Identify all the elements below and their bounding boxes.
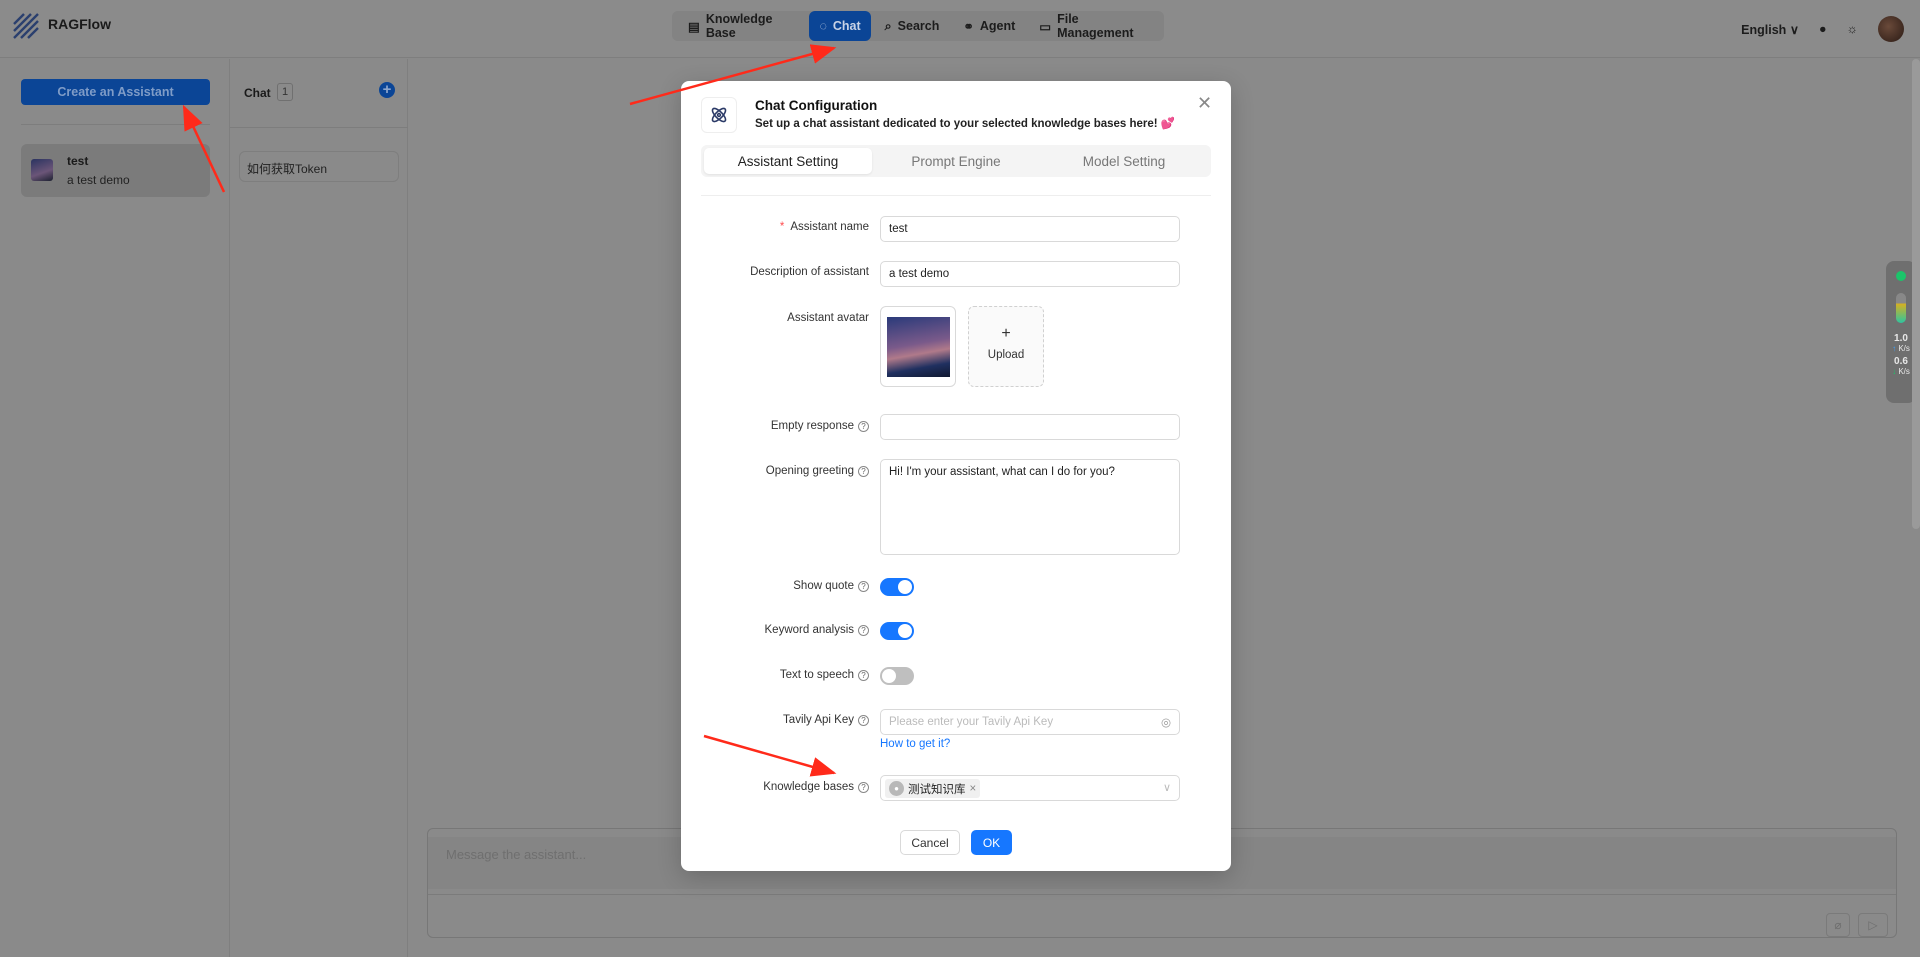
help-icon[interactable]: ?: [858, 669, 869, 681]
chat-configuration-dialog: Chat Configuration Set up a chat assista…: [681, 81, 1231, 871]
avatar-preview[interactable]: [880, 306, 956, 387]
header-actions: English ∨ ● ☼: [1741, 16, 1904, 42]
tab-prompt-engine[interactable]: Prompt Engine: [872, 148, 1040, 174]
help-icon[interactable]: ?: [858, 714, 869, 726]
keyword-analysis-toggle[interactable]: [880, 622, 914, 640]
divider: [701, 195, 1211, 196]
close-icon[interactable]: ✕: [1197, 93, 1212, 114]
description-label: Description of assistant: [750, 266, 869, 278]
avatar-image: [887, 317, 950, 377]
how-to-get-it-link[interactable]: How to get it?: [880, 738, 950, 750]
main-nav: ▤ Knowledge Base ◌ Chat ⌕ Search ⚭ Agent ▭ Fi…: [672, 11, 1164, 41]
knowledge-bases-select[interactable]: ● 测试知识库 × ∨: [880, 775, 1180, 801]
required-icon: *: [779, 221, 785, 233]
folder-icon: ▭: [1039, 19, 1052, 34]
search-icon: ⌕: [884, 18, 892, 33]
help-icon[interactable]: ?: [858, 465, 869, 477]
divider: [428, 894, 1896, 895]
opening-greeting-textarea[interactable]: Hi! I'm your assistant, what can I do fo…: [880, 459, 1180, 555]
knowledge-base-tag: ● 测试知识库 ×: [885, 779, 981, 798]
ragflow-logo-icon: [13, 13, 39, 39]
status-dot: [1896, 271, 1906, 281]
remove-tag-icon[interactable]: ×: [970, 783, 977, 795]
empty-response-label: Empty response?: [771, 420, 869, 432]
nav-agent[interactable]: ⚭ Agent: [953, 11, 1025, 41]
show-quote-toggle[interactable]: [880, 578, 914, 596]
database-icon: ▤: [688, 19, 700, 34]
help-icon[interactable]: ?: [858, 781, 869, 793]
assistant-avatar: [31, 159, 53, 181]
tab-assistant-setting[interactable]: Assistant Setting: [704, 148, 872, 174]
help-icon[interactable]: ?: [858, 580, 869, 592]
keyword-analysis-label: Keyword analysis?: [765, 624, 869, 636]
nav-chat[interactable]: ◌ Chat: [809, 11, 871, 41]
text-to-speech-label: Text to speech?: [780, 669, 869, 681]
empty-response-input[interactable]: [880, 414, 1180, 440]
tavily-api-key-input[interactable]: Please enter your Tavily Api Key ◎: [880, 709, 1180, 735]
assistant-name-label: * Assistant name: [779, 221, 869, 233]
chevron-down-icon: ∨: [1162, 782, 1171, 794]
help-icon[interactable]: ?: [858, 624, 869, 636]
description-input[interactable]: a test demo: [880, 261, 1180, 287]
nav-search[interactable]: ⌕ Search: [875, 11, 950, 41]
show-quote-label: Show quote?: [793, 580, 869, 592]
config-tabs: Assistant Setting Prompt Engine Model Se…: [701, 145, 1211, 177]
dialog-title: Chat Configuration: [755, 98, 878, 113]
arrow-up-icon: ↑: [1892, 344, 1897, 353]
send-icon: ▷: [1868, 918, 1878, 932]
chevron-down-icon: ∨: [1789, 22, 1799, 37]
assistant-card[interactable]: test a test demo: [21, 144, 210, 197]
attach-button[interactable]: ⌀: [1826, 913, 1850, 937]
top-header: RAGFlow ▤ Knowledge Base ◌ Chat ⌕ Search ⚭ A…: [0, 0, 1920, 58]
arrow-down-icon: ↓: [1892, 367, 1897, 376]
divider: [21, 124, 210, 125]
help-icon[interactable]: ?: [858, 420, 869, 432]
chat-count-badge: 1: [277, 83, 293, 101]
brand-name: RAGFlow: [48, 16, 111, 32]
ok-button[interactable]: OK: [971, 830, 1012, 855]
upload-button[interactable]: + Upload: [968, 306, 1044, 387]
paperclip-icon: ⌀: [1834, 918, 1842, 932]
chat-icon: ◌: [819, 19, 827, 33]
eye-off-icon[interactable]: ◎: [1161, 715, 1171, 729]
chat-list-panel: [230, 59, 408, 957]
theme-toggle-icon[interactable]: ☼: [1847, 22, 1858, 36]
tavily-api-key-label: Tavily Api Key?: [783, 714, 869, 726]
divider: [230, 127, 408, 128]
user-icon: ●: [889, 781, 904, 796]
gauge-icon: [1896, 293, 1906, 323]
chat-list-item[interactable]: 如何获取Token: [239, 151, 399, 182]
opening-greeting-label: Opening greeting?: [766, 465, 869, 477]
nav-knowledge-base[interactable]: ▤ Knowledge Base: [678, 11, 805, 41]
assistant-name: test: [67, 154, 89, 168]
create-assistant-button[interactable]: Create an Assistant: [21, 79, 210, 105]
user-avatar[interactable]: [1878, 16, 1904, 42]
tab-model-setting[interactable]: Model Setting: [1040, 148, 1208, 174]
plus-icon: +: [1001, 325, 1011, 342]
text-to-speech-toggle[interactable]: [880, 667, 914, 685]
cancel-button[interactable]: Cancel: [900, 830, 960, 855]
atom-icon: [701, 97, 737, 133]
knowledge-bases-label: Knowledge bases?: [763, 781, 869, 793]
agent-icon: ⚭: [963, 19, 974, 34]
nav-file-management[interactable]: ▭ File Management: [1029, 11, 1158, 41]
github-icon[interactable]: ●: [1819, 22, 1827, 36]
assistant-name-input[interactable]: test: [880, 216, 1180, 242]
avatar-label: Assistant avatar: [787, 312, 869, 324]
assistant-description: a test demo: [67, 173, 130, 187]
send-button[interactable]: ▷: [1858, 913, 1888, 937]
dialog-subtitle: Set up a chat assistant dedicated to you…: [755, 118, 1176, 130]
chat-list-title: Chat: [244, 86, 271, 100]
add-chat-button[interactable]: +: [379, 82, 395, 98]
language-select[interactable]: English ∨: [1741, 22, 1799, 37]
page-scrollbar[interactable]: [1912, 59, 1920, 529]
